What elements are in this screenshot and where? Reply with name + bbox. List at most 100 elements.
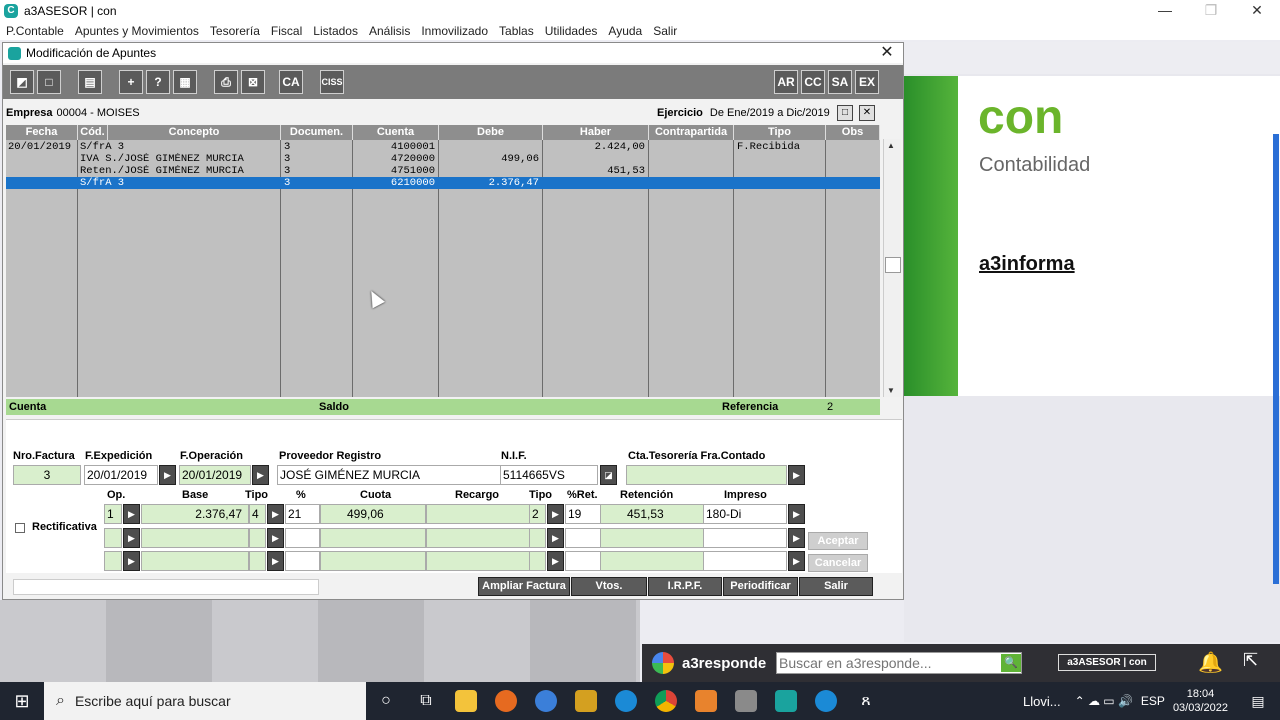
- f-operacion-field[interactable]: 20/01/2019: [179, 465, 251, 485]
- tray-icons[interactable]: ⌃ ☁ ▭ 🔊: [1075, 694, 1133, 708]
- pct-field[interactable]: [285, 551, 320, 571]
- language-indicator[interactable]: ESP: [1141, 694, 1165, 708]
- pct-ret-field[interactable]: 19: [565, 504, 601, 524]
- col-documento[interactable]: Documen.: [281, 125, 353, 140]
- menu-listados[interactable]: Listados: [313, 24, 358, 38]
- impreso-arrow-icon[interactable]: ▶: [788, 504, 805, 524]
- col-obs[interactable]: Obs: [826, 125, 880, 140]
- cta-tesoreria-arrow-icon[interactable]: ▶: [788, 465, 805, 485]
- tipo2-arrow-icon[interactable]: ▶: [547, 551, 564, 571]
- bell-icon[interactable]: 🔔: [1198, 650, 1223, 675]
- proveedor-field[interactable]: JOSÉ GIMÉNEZ MURCIA: [277, 465, 501, 485]
- clock[interactable]: 18:04 03/03/2022: [1173, 687, 1228, 715]
- impreso-field[interactable]: [703, 528, 787, 548]
- retencion-field[interactable]: [600, 528, 704, 548]
- menu-tablas[interactable]: Tablas: [499, 24, 534, 38]
- close-grid-icon[interactable]: ✕: [859, 105, 875, 121]
- recargo-field[interactable]: [426, 528, 530, 548]
- tipo-field[interactable]: 4: [249, 504, 266, 524]
- base-field[interactable]: [141, 551, 249, 571]
- close-icon[interactable]: ✕: [1234, 0, 1280, 22]
- tipo-field[interactable]: [249, 528, 266, 548]
- tipo-arrow-icon[interactable]: ▶: [267, 528, 284, 548]
- cuota-field[interactable]: [320, 551, 426, 571]
- nif-field[interactable]: 5114665VS: [500, 465, 598, 485]
- recargo-field[interactable]: [426, 504, 530, 524]
- impreso-field[interactable]: [703, 551, 787, 571]
- ca-button[interactable]: CA: [279, 70, 303, 94]
- col-cuenta[interactable]: Cuenta: [353, 125, 439, 140]
- cuota-field[interactable]: 499,06: [320, 504, 426, 524]
- retencion-field[interactable]: [600, 551, 704, 571]
- recargo-field[interactable]: [426, 551, 530, 571]
- half-square-icon[interactable]: ◩: [10, 70, 34, 94]
- periodificar-button[interactable]: Periodificar: [723, 577, 798, 596]
- irpf-button[interactable]: I.R.P.F.: [648, 577, 722, 596]
- tipo2-arrow-icon[interactable]: ▶: [547, 504, 564, 524]
- tipo2-field[interactable]: 2: [529, 504, 546, 524]
- people-icon[interactable]: ጸ: [846, 682, 886, 720]
- col-tipo[interactable]: Tipo: [734, 125, 826, 140]
- maximize-icon[interactable]: ❐: [1188, 0, 1234, 22]
- tool-icon[interactable]: [726, 682, 766, 720]
- col-contrapartida[interactable]: Contrapartida: [649, 125, 734, 140]
- pct-field[interactable]: 21: [285, 504, 320, 524]
- impreso-arrow-icon[interactable]: ▶: [788, 528, 805, 548]
- cortana-icon[interactable]: ○: [366, 682, 406, 720]
- brand-a3informa-link[interactable]: a3informa: [979, 253, 1075, 276]
- a3responde-search-input[interactable]: [777, 653, 1001, 673]
- task-view-icon[interactable]: ⧉: [406, 682, 446, 720]
- export-icon[interactable]: ⊠: [241, 70, 265, 94]
- menu-fiscal[interactable]: Fiscal: [271, 24, 302, 38]
- notification-icon[interactable]: ▤: [1244, 693, 1272, 710]
- f-operacion-arrow-icon[interactable]: ▶: [252, 465, 269, 485]
- scroll-thumb[interactable]: [885, 257, 901, 273]
- table-row[interactable]: IVA S./JOSÉ GIMÉNEZ MURCIA 3 4720000 499…: [6, 153, 880, 165]
- file-explorer-icon[interactable]: [446, 682, 486, 720]
- search-icon[interactable]: 🔍: [1001, 654, 1021, 672]
- printer-icon[interactable]: ⎙: [214, 70, 238, 94]
- weather-text[interactable]: Llovi...: [1023, 694, 1061, 709]
- menu-pcontable[interactable]: P.Contable: [6, 24, 64, 38]
- right-scrollbar[interactable]: [1273, 134, 1279, 584]
- col-haber[interactable]: Haber: [543, 125, 649, 140]
- table-row[interactable]: 20/01/2019 S/frA 3 3 4100001 2.424,00 F.…: [6, 141, 880, 153]
- cta-tesoreria-field[interactable]: [626, 465, 787, 485]
- menu-apuntes[interactable]: Apuntes y Movimientos: [75, 24, 199, 38]
- op-field[interactable]: [104, 528, 122, 548]
- col-debe[interactable]: Debe: [439, 125, 543, 140]
- sa-button[interactable]: SA: [828, 70, 852, 94]
- tipo-arrow-icon[interactable]: ▶: [267, 504, 284, 524]
- menu-analisis[interactable]: Análisis: [369, 24, 410, 38]
- op-arrow-icon[interactable]: ▶: [123, 504, 140, 524]
- op-field[interactable]: [104, 551, 122, 571]
- help-icon[interactable]: ?: [146, 70, 170, 94]
- salir-button[interactable]: Salir: [799, 577, 873, 596]
- scroll-down-icon[interactable]: ▼: [887, 386, 895, 395]
- tipo2-field[interactable]: [529, 551, 546, 571]
- cuota-field[interactable]: [320, 528, 426, 548]
- app-icon[interactable]: [566, 682, 606, 720]
- f-expedicion-field[interactable]: 20/01/2019: [84, 465, 158, 485]
- windows-start-icon[interactable]: ⊞: [0, 682, 44, 720]
- menu-salir[interactable]: Salir: [653, 24, 677, 38]
- external-link-icon[interactable]: ⇱: [1243, 650, 1258, 671]
- cancelar-button[interactable]: Cancelar: [808, 554, 868, 572]
- col-cod[interactable]: Cód.: [78, 125, 108, 140]
- dialog-close-icon[interactable]: ✕: [877, 43, 897, 63]
- calculator-icon[interactable]: ▦: [173, 70, 197, 94]
- vtos-button[interactable]: Vtos.: [571, 577, 647, 596]
- tipo2-arrow-icon[interactable]: ▶: [547, 528, 564, 548]
- ampliar-factura-button[interactable]: Ampliar Factura: [478, 577, 570, 596]
- op-field[interactable]: 1: [104, 504, 122, 524]
- add-icon[interactable]: +: [119, 70, 143, 94]
- retencion-field[interactable]: 451,53: [600, 504, 704, 524]
- f-expedicion-arrow-icon[interactable]: ▶: [159, 465, 176, 485]
- ex-button[interactable]: EX: [855, 70, 879, 94]
- edge-icon[interactable]: [606, 682, 646, 720]
- pct-ret-field[interactable]: [565, 551, 601, 571]
- nro-factura-field[interactable]: 3: [13, 465, 81, 485]
- base-field[interactable]: 2.376,47: [141, 504, 249, 524]
- menu-ayuda[interactable]: Ayuda: [608, 24, 642, 38]
- base-field[interactable]: [141, 528, 249, 548]
